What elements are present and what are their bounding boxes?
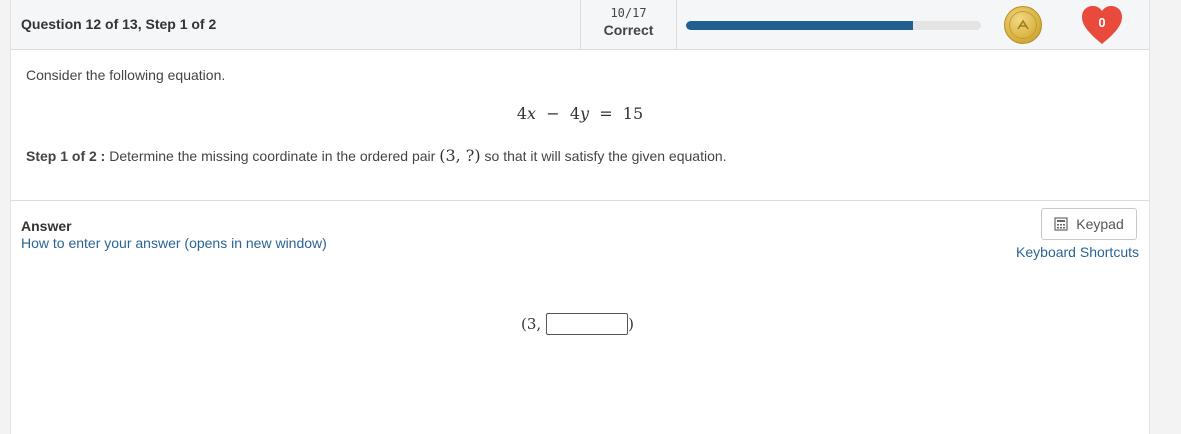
- eq-left-coef: 4: [516, 104, 528, 123]
- heart-count: 0: [1098, 15, 1106, 30]
- answer-input[interactable]: [546, 313, 629, 335]
- answer-row: (3, ): [521, 313, 634, 335]
- progress-fill: [686, 21, 914, 30]
- heart-icon[interactable]: 0: [1080, 4, 1124, 46]
- score-fraction: 10/17: [610, 6, 647, 20]
- question-body: Consider the following equation. 4x − 4y…: [11, 50, 1149, 201]
- eq-right-coef: 4: [569, 104, 580, 123]
- eq-rhs: 15: [622, 104, 644, 123]
- keyboard-shortcuts-link[interactable]: Keyboard Shortcuts: [1016, 244, 1139, 260]
- score-box: 10/17 Correct: [580, 0, 677, 49]
- eq-equals: =: [599, 104, 613, 123]
- question-header: Question 12 of 13, Step 1 of 2 10/17 Cor…: [11, 0, 1149, 50]
- coin-emblem-icon: [1017, 19, 1029, 30]
- coin-icon[interactable]: [1004, 6, 1042, 44]
- calculator-icon: [1054, 217, 1068, 231]
- question-panel: Question 12 of 13, Step 1 of 2 10/17 Cor…: [10, 0, 1150, 434]
- answer-help-link[interactable]: How to enter your answer (opens in new w…: [21, 235, 327, 251]
- question-title: Question 12 of 13, Step 1 of 2: [21, 16, 217, 32]
- keypad-label: Keypad: [1076, 216, 1124, 232]
- eq-left-var: x: [527, 104, 537, 123]
- step-text-after: so that it will satisfy the given equati…: [484, 148, 727, 164]
- step-pair: (3, ?): [439, 146, 481, 165]
- keypad-button[interactable]: Keypad: [1041, 208, 1137, 240]
- eq-right-var: y: [580, 104, 590, 123]
- step-label: Step 1 of 2 :: [26, 148, 106, 164]
- eq-op: −: [546, 104, 560, 123]
- score-status: Correct: [603, 22, 654, 38]
- answer-label: Answer: [21, 218, 72, 234]
- step-instruction: Step 1 of 2 : Determine the missing coor…: [26, 146, 727, 165]
- progress-bar: [686, 21, 981, 30]
- question-intro: Consider the following equation.: [26, 67, 226, 83]
- step-text-before: Determine the missing coordinate in the …: [109, 148, 436, 164]
- answer-pair-close: ): [628, 315, 635, 333]
- equation: 4x − 4y = 15: [11, 104, 1149, 123]
- answer-pair-open: (3,: [521, 315, 542, 333]
- coin-inner: [1009, 11, 1037, 39]
